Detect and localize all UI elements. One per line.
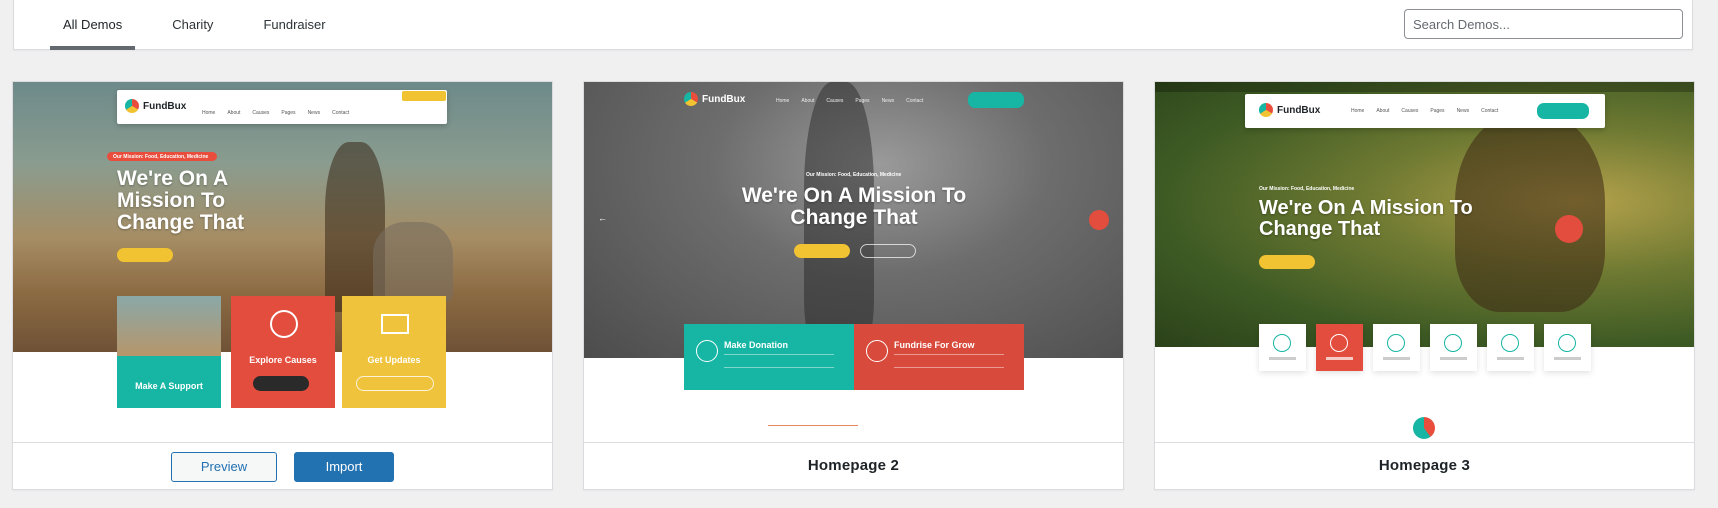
view-causes-pill	[794, 244, 850, 258]
demo-thumbnail[interactable]: FundBux Home About Causes Pages News Contact …	[13, 82, 552, 443]
search-demos-input[interactable]	[1404, 9, 1683, 39]
hero-headline: We're On A Mission To Change That	[741, 184, 967, 230]
mini-donate-button	[402, 91, 446, 101]
demo-name: Homepage 3	[1378, 457, 1471, 474]
demo-name: Homepage 2	[807, 457, 900, 474]
check-it-out-pill	[253, 376, 309, 391]
updates-tile: Get Updates	[342, 296, 446, 408]
donation-icon	[270, 310, 298, 338]
view-causes-pill	[1259, 255, 1315, 269]
mission-label: Our Mission: Food, Education, Medicine	[1259, 186, 1355, 192]
cause-icon-box	[1487, 324, 1534, 371]
fundbux-logo-icon	[684, 92, 698, 106]
fundrise-icon	[866, 340, 888, 362]
mission-label: Our Mission: Food, Education, Medicine	[806, 172, 902, 178]
slider-next-icon	[1089, 210, 1109, 230]
fundbux-logo-icon	[125, 99, 139, 113]
mission-label: Our Mission: Food, Education, Medicine	[113, 154, 209, 160]
donkey-figure	[373, 222, 453, 302]
mini-nav-links: Home About Causes Pages News Contact	[1351, 108, 1499, 114]
mini-donate-button	[968, 92, 1024, 108]
demo-filter-bar: All Demos Charity Fundraiser	[13, 0, 1693, 50]
school-icon	[1501, 334, 1519, 352]
email-pill	[356, 376, 434, 391]
cause-icon-box	[1259, 324, 1306, 371]
tab-fundraiser[interactable]: Fundraiser	[250, 0, 338, 50]
demo-card-homepage-1[interactable]: FundBux Home About Causes Pages News Contact …	[12, 81, 553, 490]
demo-card-homepage-2[interactable]: FundBux Home About Causes Pages News Contact …	[583, 81, 1124, 490]
top-info-strip	[1155, 82, 1694, 92]
hero-headline: We're On A Mission To Change That	[117, 167, 245, 235]
hands-icon	[1558, 334, 1576, 352]
view-causes-pill	[117, 248, 173, 262]
fundbux-logo: FundBux	[125, 99, 186, 113]
make-donation-block: Make Donation	[684, 324, 854, 390]
filter-tabs: All Demos Charity Fundraiser	[50, 0, 363, 50]
mini-header: FundBux Home About Causes Pages News Contact	[1245, 94, 1605, 128]
mini-donate-button	[1537, 103, 1589, 119]
donation-icon	[696, 340, 718, 362]
mini-nav-links: Home About Causes Pages News Contact	[202, 110, 350, 116]
demo-card-footer: Homepage 2	[584, 442, 1123, 489]
cause-icon-box	[1316, 324, 1363, 371]
fundrise-block: Fundrise For Grow	[854, 324, 1024, 390]
tab-all-demos[interactable]: All Demos	[50, 0, 136, 50]
fundbux-logo: FundBux	[1259, 103, 1320, 117]
demo-card-footer: Homepage 3	[1155, 442, 1694, 489]
brand-badge-icon	[1413, 417, 1435, 439]
hero-headline: We're On A Mission To Change That	[1259, 197, 1473, 240]
food-icon	[1387, 334, 1405, 352]
water-icon	[1273, 334, 1291, 352]
feature-text-lines	[724, 354, 834, 368]
cause-icon-box	[1544, 324, 1591, 371]
mini-header: FundBux Home About Causes Pages News Contact	[117, 90, 447, 124]
causes-tile: Explore Causes	[231, 296, 335, 408]
support-tile: Make A Support	[117, 296, 221, 408]
mini-nav-links: Home About Causes Pages News Contact	[776, 98, 924, 104]
feature-text-lines	[894, 354, 1004, 368]
donate-now-pill	[860, 244, 916, 258]
fundbux-logo-icon	[1259, 103, 1273, 117]
preview-demo-button[interactable]: Preview Demo	[171, 452, 277, 489]
envelope-icon	[381, 314, 409, 334]
fundbux-logo: FundBux	[684, 92, 745, 106]
demo-thumbnail[interactable]: FundBux Home About Causes Pages News Contact …	[584, 82, 1123, 443]
demo-thumbnail[interactable]: FundBux Home About Causes Pages News Contact …	[1155, 82, 1694, 443]
import-demo-button[interactable]: Import Demo	[294, 452, 394, 489]
support-tile-photo	[117, 296, 221, 356]
cause-icon-box	[1373, 324, 1420, 371]
demo-card-actions: Preview Demo Import Demo	[13, 442, 552, 489]
play-video-icon	[1555, 215, 1583, 243]
section-divider	[768, 425, 858, 426]
globe-icon	[1330, 334, 1348, 352]
demo-card-homepage-3[interactable]: FundBux Home About Causes Pages News Contact …	[1154, 81, 1695, 490]
slider-prev-icon: ←	[598, 213, 607, 223]
cause-icon-box	[1430, 324, 1477, 371]
heart-icon	[1444, 334, 1462, 352]
tab-charity[interactable]: Charity	[159, 0, 226, 50]
donate-now-pill	[181, 248, 237, 262]
donate-now-pill	[1325, 255, 1381, 269]
